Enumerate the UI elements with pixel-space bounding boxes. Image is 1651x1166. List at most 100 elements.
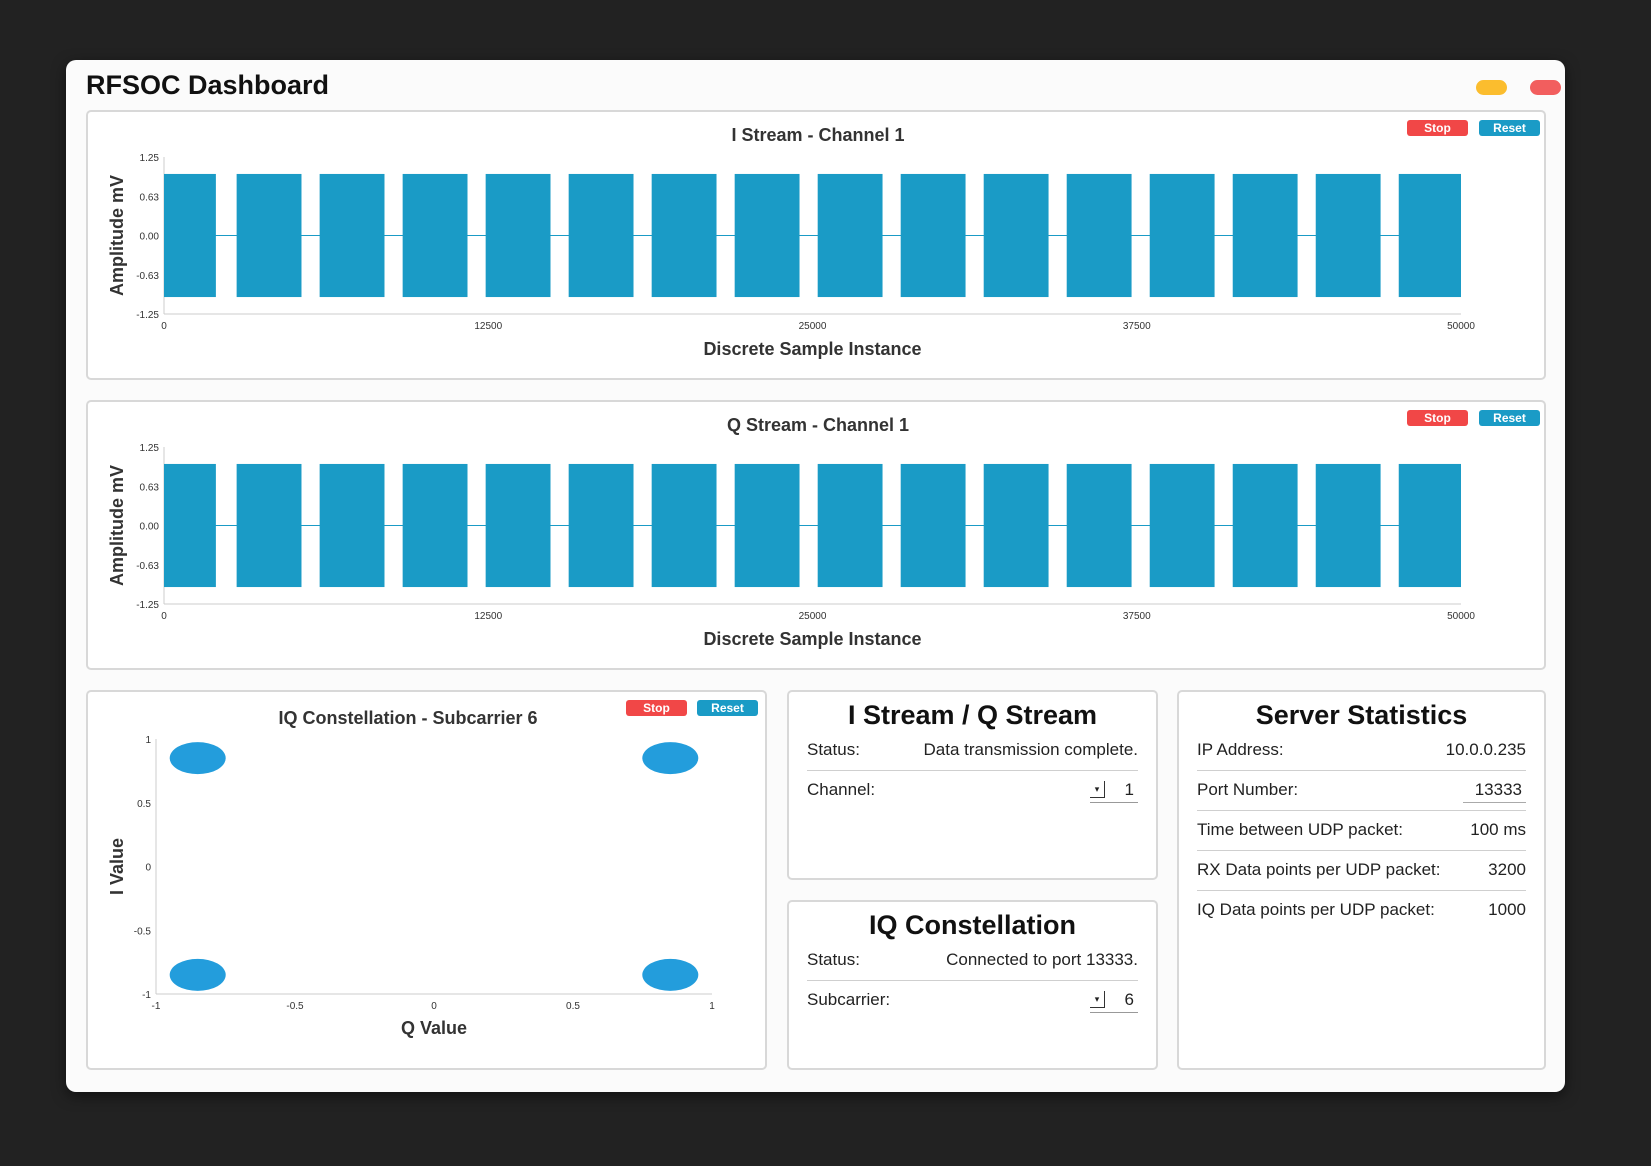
stat-label: Time between UDP packet: [1197, 820, 1403, 839]
x-tick-label: 12500 [474, 611, 502, 622]
stream-status-value: Data transmission complete. [923, 740, 1138, 759]
stat-value: 10.0.0.235 [1445, 740, 1526, 759]
stream-info-title: I Stream / Q Stream [847, 700, 1098, 730]
x-tick-label: 50000 [1447, 321, 1475, 332]
chevron-down-icon[interactable]: ▾ [1090, 781, 1105, 798]
y-tick-label: 1 [145, 735, 151, 746]
chevron-down-icon[interactable]: ▾ [1090, 991, 1105, 1008]
subcarrier-select[interactable]: ▾ 6 [1090, 990, 1138, 1013]
signal-burst [1066, 463, 1132, 588]
constellation-point [642, 958, 699, 991]
y-tick-label: -1.25 [136, 600, 159, 611]
signal-burst [1315, 463, 1381, 588]
q-stream-chart: 1.25 0.63 0.00 -0.63 -1.250 12500 25000 37500 50… [107, 443, 1475, 649]
signal-burst [236, 173, 302, 298]
signal-burst [164, 463, 216, 588]
constellation-point [169, 742, 226, 775]
i-stream-panel: I Stream - Channel 1 Stop Reset 1.25 0.63… [86, 110, 1546, 380]
signal-burst [236, 463, 302, 588]
x-axis-label: Discrete Sample Instance [703, 629, 921, 649]
iq-info-panel: IQ Constellation Status: Connected to po… [787, 900, 1158, 1070]
signal-burst [319, 463, 385, 588]
stat-label: Port Number: [1197, 780, 1299, 799]
y-axis-label: Amplitude mV [107, 175, 127, 296]
signal-burst [651, 173, 717, 298]
stat-row-rx-points: RX Data points per UDP packet: 3200 [1197, 852, 1526, 891]
x-tick-label: 0 [431, 1001, 437, 1012]
x-tick-label: 0 [161, 611, 167, 622]
iq-info-title: IQ Constellation [868, 910, 1076, 940]
signal-burst [485, 463, 551, 588]
x-tick-label: 12500 [474, 321, 502, 332]
subcarrier-label: Subcarrier: [807, 990, 891, 1009]
signal-burst [983, 173, 1049, 298]
signal-burst [983, 463, 1049, 588]
minimize-button[interactable] [1476, 80, 1507, 95]
x-tick-label: -1 [152, 1001, 161, 1012]
iq-status-value: Connected to port 13333. [946, 950, 1138, 969]
signal-burst [1149, 463, 1215, 588]
signal-burst [568, 463, 634, 588]
y-tick-label: -0.63 [136, 561, 159, 572]
y-tick-label: -1 [142, 990, 151, 1001]
y-tick-label: 0.00 [140, 522, 160, 533]
signal-burst [319, 173, 385, 298]
iq-status-row: Status: Connected to port 13333. [807, 942, 1138, 981]
y-tick-label: 0.00 [140, 232, 160, 243]
channel-label: Channel: [807, 780, 876, 799]
stat-label: IQ Data points per UDP packet: [1197, 900, 1435, 919]
x-tick-label: -0.5 [286, 1001, 304, 1012]
y-tick-label: 0.63 [140, 192, 160, 203]
y-tick-label: 1.25 [140, 153, 160, 164]
signal-burst [817, 173, 883, 298]
signal-burst [1232, 463, 1298, 588]
subcarrier-value: 6 [1124, 990, 1134, 1009]
signal-burst [817, 463, 883, 588]
signal-burst [1398, 173, 1461, 298]
constellation-point [642, 742, 699, 775]
stat-row-iq-points: IQ Data points per UDP packet: 1000 [1197, 892, 1526, 930]
y-tick-label: -1.25 [136, 310, 159, 321]
signal-burst [1066, 173, 1132, 298]
signal-burst [485, 173, 551, 298]
port-number-field[interactable]: 13333 [1462, 780, 1526, 803]
stat-value: 1000 [1488, 900, 1526, 919]
server-stats-title: Server Statistics [1255, 700, 1468, 730]
constellation-chart: 1 0.5 0 -0.5 -1-1 -0.5 0 0.5 1 Q Value I Value [107, 735, 715, 1038]
y-tick-label: 1.25 [140, 443, 160, 454]
signal-burst [900, 463, 966, 588]
signal-burst [164, 173, 216, 298]
x-tick-label: 25000 [799, 321, 827, 332]
y-axis-label: I Value [107, 838, 127, 895]
stat-label: RX Data points per UDP packet: [1197, 860, 1441, 879]
stat-row-port: Port Number: 13333 [1197, 772, 1526, 811]
x-tick-label: 37500 [1123, 611, 1151, 622]
constellation-panel: IQ Constellation - Subcarrier 6 Stop Res… [86, 690, 767, 1070]
stat-value: 3200 [1488, 860, 1526, 879]
signal-burst [568, 173, 634, 298]
signal-burst [900, 173, 966, 298]
stat-label: IP Address: [1197, 740, 1284, 759]
y-tick-label: -0.63 [136, 271, 159, 282]
signal-burst [402, 173, 468, 298]
signal-burst [1232, 173, 1298, 298]
x-tick-label: 37500 [1123, 321, 1151, 332]
signal-burst [402, 463, 468, 588]
i-stream-chart: 1.25 0.63 0.00 -0.63 -1.250 12500 25000 37500 50… [107, 153, 1475, 359]
app-title: RFSOC Dashboard [86, 70, 330, 100]
x-tick-label: 50000 [1447, 611, 1475, 622]
x-tick-label: 1 [709, 1001, 715, 1012]
channel-select[interactable]: ▾ 1 [1090, 780, 1138, 803]
y-tick-label: -0.5 [134, 926, 152, 937]
signal-burst [734, 463, 800, 588]
stream-status-label: Status: [807, 740, 860, 759]
x-axis-label: Discrete Sample Instance [703, 339, 921, 359]
channel-row: Channel: ▾ 1 [807, 772, 1138, 810]
y-tick-label: 0 [145, 863, 151, 874]
y-tick-label: 0.63 [140, 482, 160, 493]
stream-status-row: Status: Data transmission complete. [807, 732, 1138, 771]
signal-burst [1149, 173, 1215, 298]
close-button[interactable] [1530, 80, 1561, 95]
signal-burst [1398, 463, 1461, 588]
stat-value: 100 ms [1470, 820, 1526, 839]
